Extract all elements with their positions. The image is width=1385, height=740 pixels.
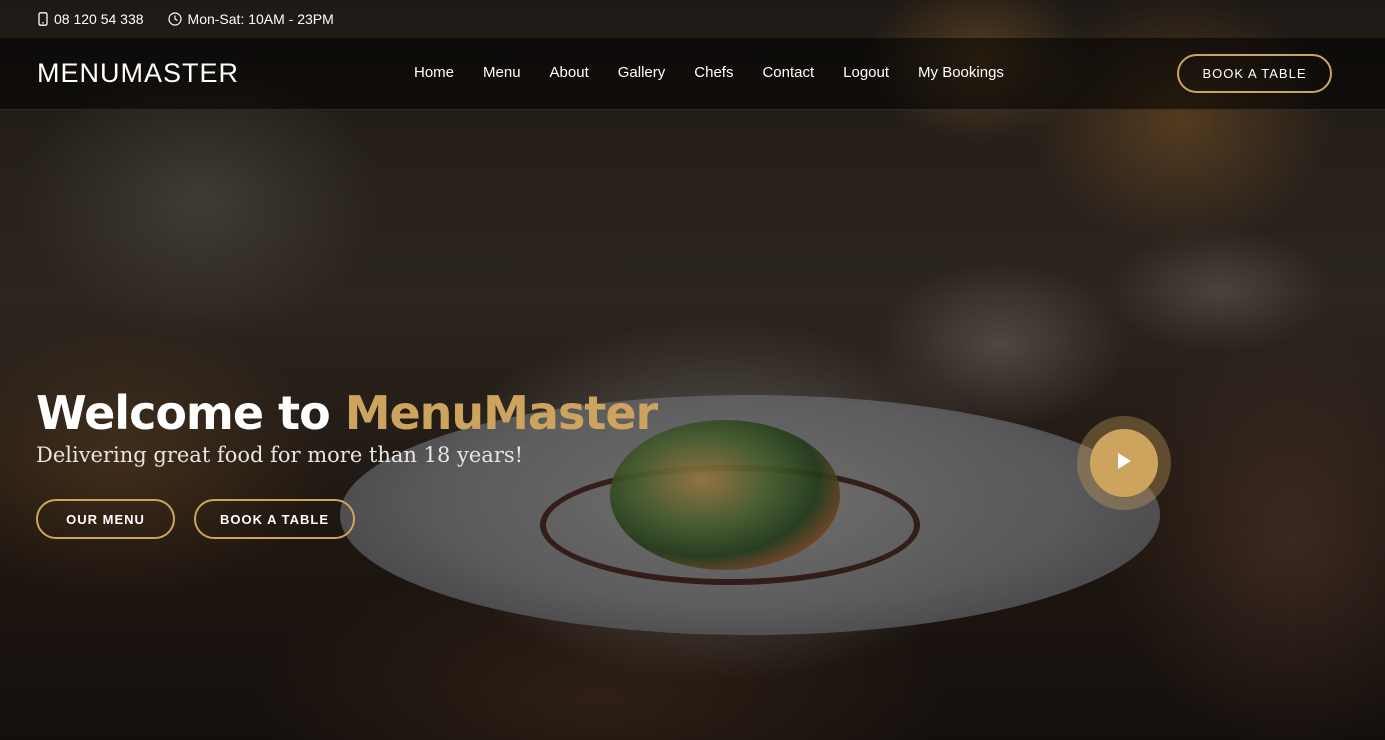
hero-subtitle: Delivering great food for more than 18 y…	[36, 443, 524, 467]
phone-icon	[38, 12, 48, 26]
nav-contact[interactable]: Contact	[762, 64, 814, 81]
nav-gallery[interactable]: Gallery	[618, 64, 666, 81]
play-video-button[interactable]	[1077, 416, 1171, 510]
nav-about[interactable]: About	[550, 64, 589, 81]
play-icon	[1116, 452, 1132, 475]
book-table-button[interactable]: BOOK A TABLE	[194, 499, 355, 539]
hero-title: Welcome to MenuMaster	[36, 386, 659, 440]
nav-home[interactable]: Home	[414, 64, 454, 81]
clock-icon	[167, 12, 182, 26]
hero-title-prefix: Welcome to	[36, 386, 345, 440]
nav-menu[interactable]: Menu	[483, 64, 521, 81]
phone-info: 08 120 54 338	[38, 11, 144, 27]
hours-info: Mon-Sat: 10AM - 23PM	[167, 11, 334, 27]
top-bar: 08 120 54 338 Mon-Sat: 10AM - 23PM	[0, 0, 1385, 38]
opening-hours: Mon-Sat: 10AM - 23PM	[187, 11, 334, 27]
hero-overlay	[0, 0, 1385, 740]
our-menu-button[interactable]: OUR MENU	[36, 499, 175, 539]
site-logo[interactable]: MENUMASTER	[37, 58, 239, 89]
main-nav: Home Menu About Gallery Chefs Contact Lo…	[414, 64, 1033, 81]
nav-logout[interactable]: Logout	[843, 64, 889, 81]
hero-title-brand: MenuMaster	[344, 386, 659, 440]
nav-chefs[interactable]: Chefs	[694, 64, 733, 81]
book-table-button-header[interactable]: BOOK A TABLE	[1177, 54, 1332, 93]
nav-my-bookings[interactable]: My Bookings	[918, 64, 1004, 81]
phone-number: 08 120 54 338	[54, 11, 144, 27]
play-button-inner[interactable]	[1090, 429, 1158, 497]
header: MENUMASTER Home Menu About Gallery Chefs…	[0, 38, 1385, 110]
